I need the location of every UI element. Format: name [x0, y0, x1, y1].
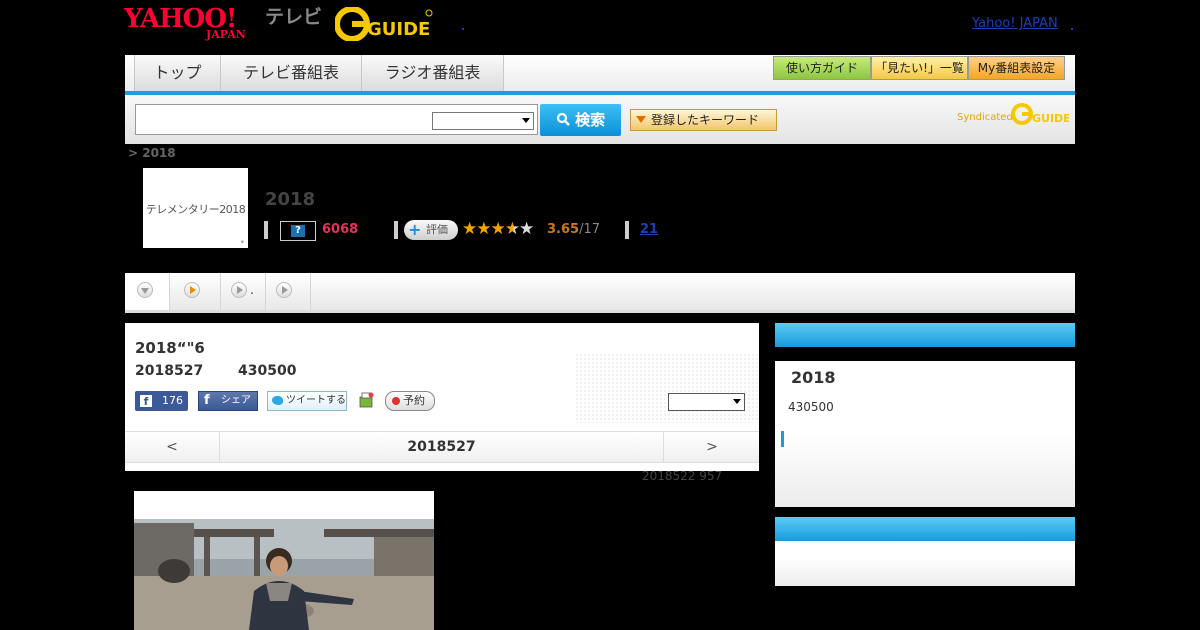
program-photo-image	[134, 491, 434, 630]
side-panel-2	[775, 517, 1075, 586]
yahoo-japan-link[interactable]: Yahoo! JAPAN	[972, 16, 1058, 31]
chevron-down-icon	[522, 118, 530, 123]
star-icon: ★	[476, 219, 491, 239]
rating-count: /17	[579, 222, 600, 237]
play-orange-icon	[184, 282, 200, 298]
episode-time: 430500	[238, 363, 297, 379]
side-panel-2-header	[775, 517, 1075, 541]
record-button[interactable]: 予約	[385, 391, 435, 411]
side-panel-band	[775, 347, 1075, 361]
thumbnail-text: テレメンタリー2018	[145, 203, 246, 216]
bookmark-icon[interactable]	[358, 392, 374, 408]
episode-panel: 2018“"6 2018527 430500 f 176 f シェア ツイートす…	[125, 323, 759, 471]
thumbnail-mark: ▪	[240, 239, 244, 245]
triangle-down-icon	[636, 116, 646, 123]
breadcrumb[interactable]: > 2018	[128, 146, 176, 160]
question-icon: ?	[291, 225, 305, 237]
rating-value: 3.65	[547, 222, 580, 237]
nav-edge	[125, 55, 135, 91]
search-category-select[interactable]	[432, 112, 534, 130]
side-panel-title: 2018	[791, 368, 836, 387]
rate-button-label: 評価	[426, 223, 448, 236]
tab-radio-listings[interactable]: ラジオ番組表	[362, 55, 504, 91]
yahoo-logo-sub: JAPAN	[206, 28, 246, 41]
subnav-item-2[interactable]	[221, 273, 266, 310]
side-panel-onair: 2018 430500	[775, 323, 1075, 507]
tweet-button[interactable]: ツイートする	[267, 391, 347, 411]
subnav-item-1[interactable]: .	[170, 273, 254, 310]
my-schedule-button[interactable]: My番組表設定	[968, 56, 1065, 80]
syndicated-label: Syndicated	[957, 112, 1013, 123]
gguide-logo-icon: GUIDE	[334, 6, 433, 42]
update-info: 2018522 957	[642, 469, 723, 483]
gguide-logo[interactable]: GUIDE	[334, 6, 435, 42]
facebook-share-label: シェア	[221, 395, 251, 406]
tweet-label: ツイートする	[286, 395, 346, 406]
star-half-icon: ★	[504, 219, 520, 239]
twitter-bird-icon	[272, 396, 283, 405]
search-bar: 検索 登録したキーワード Syndicated GUIDE	[125, 95, 1075, 144]
search-button-label: 検索	[575, 111, 606, 129]
wishlist-button[interactable]: 「見たい!」一覧	[871, 56, 968, 80]
watch-count: 6068	[322, 222, 359, 237]
sub-nav: .	[125, 273, 1075, 313]
star-icon: ★	[490, 219, 506, 239]
rating-score: 3.65/17	[547, 222, 600, 237]
search-button[interactable]: 検索	[540, 104, 621, 136]
divider	[625, 221, 629, 239]
tv-label: テレビ	[265, 6, 323, 28]
chevron-down-circle-icon	[137, 282, 153, 298]
episode-title: 2018“"6	[135, 339, 205, 357]
play-icon	[231, 282, 247, 298]
star-empty-icon: ★	[519, 219, 534, 239]
divider	[264, 221, 268, 239]
record-dot-icon	[392, 397, 400, 405]
tab-tv-listings[interactable]: テレビ番組表	[221, 55, 362, 91]
header-dot-right	[1071, 28, 1073, 30]
decorative-pattern	[575, 353, 759, 423]
rating-stars: ★★★★★	[462, 219, 534, 239]
pager-prev-button[interactable]: <	[125, 432, 220, 462]
episode-select[interactable]	[668, 393, 745, 411]
search-icon	[556, 112, 570, 126]
svg-text:GUIDE: GUIDE	[367, 19, 430, 40]
pager-date: 2018527	[407, 439, 476, 455]
divider	[394, 221, 398, 239]
svg-text:GUIDE: GUIDE	[1032, 112, 1069, 125]
chevron-down-icon	[733, 399, 741, 404]
facebook-icon: f	[140, 395, 152, 408]
star-icon: ★	[462, 219, 477, 239]
side-panel-header	[775, 323, 1075, 347]
subnav-item-0[interactable]	[125, 273, 170, 310]
program-photo	[134, 491, 434, 630]
side-panel-marker	[781, 431, 784, 447]
record-label: 予約	[403, 394, 425, 407]
review-link[interactable]: 21	[640, 222, 658, 237]
gguide-small-logo-icon: GUIDE	[1011, 103, 1069, 125]
side-panel-time: 430500	[788, 400, 834, 414]
facebook-share-button[interactable]: f シェア	[198, 391, 258, 411]
date-pager: < 2018527 >	[125, 431, 759, 463]
guide-button[interactable]: 使い方ガイド	[773, 56, 871, 80]
help-button[interactable]: ?	[280, 221, 316, 241]
pager-next-button[interactable]: >	[663, 432, 760, 462]
tab-top[interactable]: トップ	[135, 55, 221, 91]
saved-keywords-button[interactable]: 登録したキーワード	[630, 109, 777, 131]
program-title: 2018	[265, 189, 316, 210]
plus-icon: +	[408, 220, 422, 239]
main-nav: トップ テレビ番組表 ラジオ番組表 使い方ガイド 「見たい!」一覧 My番組表設…	[125, 55, 1075, 95]
header-dot	[462, 28, 464, 30]
episode-date: 2018527	[135, 363, 204, 379]
play-icon	[276, 282, 292, 298]
subnav-item-3[interactable]	[266, 273, 311, 310]
facebook-count: 176	[162, 394, 183, 407]
rate-button[interactable]: + 評価	[404, 220, 458, 240]
facebook-like-button[interactable]: f 176	[135, 391, 188, 411]
program-thumbnail: テレメンタリー2018 ▪	[143, 168, 248, 248]
saved-keywords-label: 登録したキーワード	[651, 113, 760, 127]
yahoo-japan-logo[interactable]: YAHOO! JAPAN	[124, 5, 262, 41]
facebook-icon: f	[204, 393, 210, 408]
